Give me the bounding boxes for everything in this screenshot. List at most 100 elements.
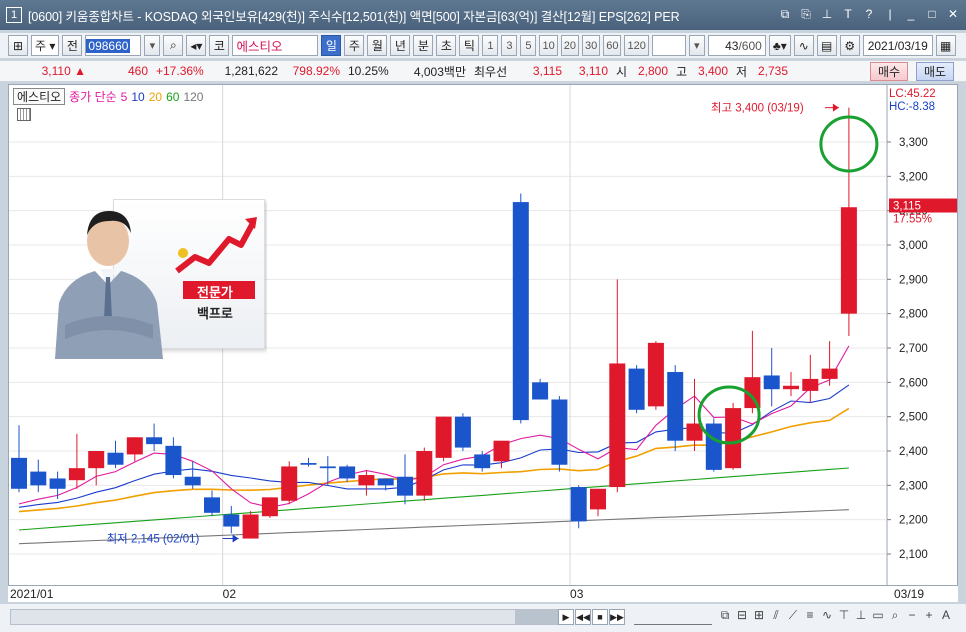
count-field[interactable]: 43/600 [707, 35, 766, 56]
fast-forward-icon[interactable]: ▶▶ [609, 609, 625, 625]
x-label-feb: 02 [222, 587, 236, 601]
candle-body [725, 408, 742, 469]
candle-body [532, 382, 549, 400]
maximize-icon[interactable]: □ [925, 6, 939, 22]
candle-body [165, 445, 182, 476]
count-total: /600 [738, 38, 762, 53]
pattern-icon[interactable]: ∿ [793, 35, 814, 56]
zoom-icon[interactable]: ⌕ [888, 608, 902, 623]
chart-legend: 에스티오 종가 단순 5 10 20 60 120 [13, 88, 203, 105]
sound-icon[interactable]: ◂▾ [186, 35, 207, 56]
candle-body [493, 440, 510, 462]
stock-code-input[interactable]: 098660 [85, 35, 142, 56]
interval-dropdown-icon[interactable]: ▾ [688, 35, 705, 56]
tab-monthly[interactable]: 월 [367, 35, 388, 56]
split-icon[interactable]: ⊟ [735, 608, 749, 623]
chart-area[interactable]: 2,100 2,200 2,300 2,400 2,500 2,600 2,700 2,800… [8, 84, 958, 602]
candle-body [647, 342, 664, 407]
candle-body [300, 463, 317, 465]
cycle-tool-icon[interactable]: ∿ [820, 608, 834, 623]
best-ask: 3,115 [532, 64, 562, 78]
gear-icon[interactable]: ⚙ [839, 35, 860, 56]
stock-name-field[interactable]: 에스티오 [232, 35, 319, 56]
rewind-icon[interactable]: ◀◀ [575, 609, 591, 625]
interval-3[interactable]: 3 [501, 35, 518, 56]
ma-line-5 [18, 345, 850, 508]
grid-icon[interactable]: ⊞ [752, 608, 766, 623]
layout-icon[interactable]: ⊞ [8, 35, 28, 56]
measure-tool-icon[interactable]: ⊥ [854, 608, 868, 623]
date-field[interactable]: 2021/03/19 [862, 35, 933, 56]
scroll-right-icon[interactable]: ▶ [558, 609, 574, 625]
close-icon[interactable]: ✕ [946, 6, 960, 22]
zoom-in-icon[interactable]: + [922, 608, 936, 623]
pin-icon[interactable]: ⊥ [820, 6, 834, 22]
prev-button[interactable]: 전 [62, 35, 83, 56]
auto-scale-icon[interactable]: A [939, 608, 953, 623]
legend-ma-60: 60 [166, 89, 180, 104]
stop-icon[interactable]: ■ [592, 609, 608, 625]
interval-5[interactable]: 5 [520, 35, 537, 56]
y-tick-label: 2,100 [899, 549, 928, 561]
y-tick-label: 2,500 [899, 412, 928, 424]
minimize-icon[interactable]: _ [904, 6, 918, 22]
current-pct-label: 17.55% [893, 214, 932, 226]
interval-120[interactable]: 120 [624, 35, 649, 56]
count-value: 43 [725, 38, 739, 53]
zoom-slider[interactable] [634, 609, 712, 625]
copy-icon[interactable]: ⎘ [799, 6, 813, 22]
search-icon[interactable]: ⌕ [163, 35, 184, 56]
calendar-icon[interactable]: ▦ [935, 35, 956, 56]
tab-tick[interactable]: 틱 [459, 35, 480, 56]
help-icon[interactable]: ? [862, 6, 876, 22]
period-select-value: 주 [35, 39, 47, 53]
candle-body [377, 478, 394, 486]
candle-body [551, 399, 568, 465]
ad-banner[interactable]: 전문가 백프로 [45, 199, 267, 361]
shape-tool-icon[interactable]: ▭ [871, 608, 885, 623]
save-icon[interactable]: ▤ [816, 35, 837, 56]
chart-scrollbar[interactable] [10, 609, 558, 625]
copy-chart-icon[interactable]: ⧉ [718, 608, 732, 623]
window-number: 1 [6, 7, 22, 23]
period-select[interactable]: 주 ▾ [31, 35, 60, 56]
tab-daily[interactable]: 일 [321, 35, 342, 56]
interval-60[interactable]: 60 [603, 35, 622, 56]
buy-button[interactable]: 매수 [870, 62, 908, 81]
change-percent: +17.36% [156, 64, 204, 78]
y-tick-label: 3,300 [899, 137, 928, 149]
interval-20[interactable]: 20 [560, 35, 579, 56]
grid-toggle-icon[interactable] [17, 108, 31, 121]
interval-custom-input[interactable] [651, 35, 686, 56]
code-dropdown-icon[interactable]: ▾ [144, 35, 161, 56]
interval-30[interactable]: 30 [581, 35, 601, 56]
quote-bar: 3,110 ▲ 460 +17.36% 1,281,622 798.92% 10… [0, 60, 966, 82]
market-tag[interactable]: 코 [209, 35, 230, 56]
font-icon[interactable]: T [841, 6, 855, 22]
legend-price-label: 종가 단순 [69, 90, 117, 104]
y-tick-label: 2,200 [899, 515, 928, 527]
tab-minute[interactable]: 분 [413, 35, 434, 56]
text-tool-icon[interactable]: ⊤ [837, 608, 851, 623]
fib-tool-icon[interactable]: ≡ [803, 608, 817, 623]
ma-line-20 [18, 407, 850, 513]
interval-1[interactable]: 1 [482, 35, 499, 56]
restore-icon[interactable]: ⧉ [778, 6, 792, 22]
current-price-value: 3,110 [41, 64, 71, 78]
trend-tool-icon[interactable]: ⟋ [786, 608, 800, 623]
candle-body [802, 378, 819, 391]
tab-second[interactable]: 초 [436, 35, 457, 56]
sell-button[interactable]: 매도 [916, 62, 954, 81]
indicator-icon[interactable]: ♣▾ [768, 35, 791, 56]
turnover-rate: 10.25% [348, 64, 389, 78]
scroll-thumb[interactable] [515, 610, 557, 624]
interval-10[interactable]: 10 [539, 35, 558, 56]
candle-body [146, 437, 163, 445]
candle-body [126, 437, 143, 455]
zoom-out-icon[interactable]: − [905, 608, 919, 623]
line-tool-icon[interactable]: ⫽ [769, 608, 783, 623]
candle-body [30, 471, 47, 486]
tab-yearly[interactable]: 년 [390, 35, 411, 56]
legend-stock-name[interactable]: 에스티오 [13, 88, 66, 105]
tab-weekly[interactable]: 주 [344, 35, 365, 56]
